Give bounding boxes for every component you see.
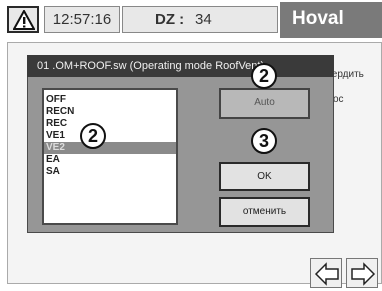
brand-logo: Hoval xyxy=(280,2,382,38)
auto-button[interactable]: Auto xyxy=(219,88,310,119)
list-item[interactable]: REC xyxy=(44,118,176,130)
cancel-button[interactable]: отменить xyxy=(219,197,310,227)
dz-label: DZ : xyxy=(155,11,185,28)
warning-icon xyxy=(13,10,35,30)
list-item[interactable]: RECN xyxy=(44,106,176,118)
screen: твердить ос 12:57:16 DZ : 34 Hoval 01 .O… xyxy=(0,0,382,291)
list-item[interactable]: VE1 xyxy=(44,130,176,142)
dz-value: 34 xyxy=(195,11,212,28)
callout-marker: 3 xyxy=(251,128,277,154)
arrow-right-icon xyxy=(351,262,376,286)
list-item[interactable]: SA xyxy=(44,166,176,178)
ok-button[interactable]: OK xyxy=(219,162,310,191)
arrow-left-icon xyxy=(314,262,339,286)
callout-marker: 2 xyxy=(80,123,106,149)
forward-button[interactable] xyxy=(346,258,378,288)
list-item[interactable]: OFF xyxy=(44,94,176,106)
dz-display: DZ : 34 xyxy=(122,6,278,33)
warning-button[interactable] xyxy=(7,6,39,33)
list-item-selected[interactable]: VE2 xyxy=(44,142,176,154)
background-text-os: ос xyxy=(333,94,344,105)
clock-display: 12:57:16 xyxy=(44,6,120,33)
list-item[interactable]: EA xyxy=(44,154,176,166)
callout-marker: 2 xyxy=(251,63,277,89)
back-button[interactable] xyxy=(310,258,342,288)
mode-list[interactable]: OFF RECN REC VE1 VE2 EA SA xyxy=(42,88,178,225)
dialog-title: 01 .OM+ROOF.sw (Operating mode RoofVent) xyxy=(27,55,334,77)
